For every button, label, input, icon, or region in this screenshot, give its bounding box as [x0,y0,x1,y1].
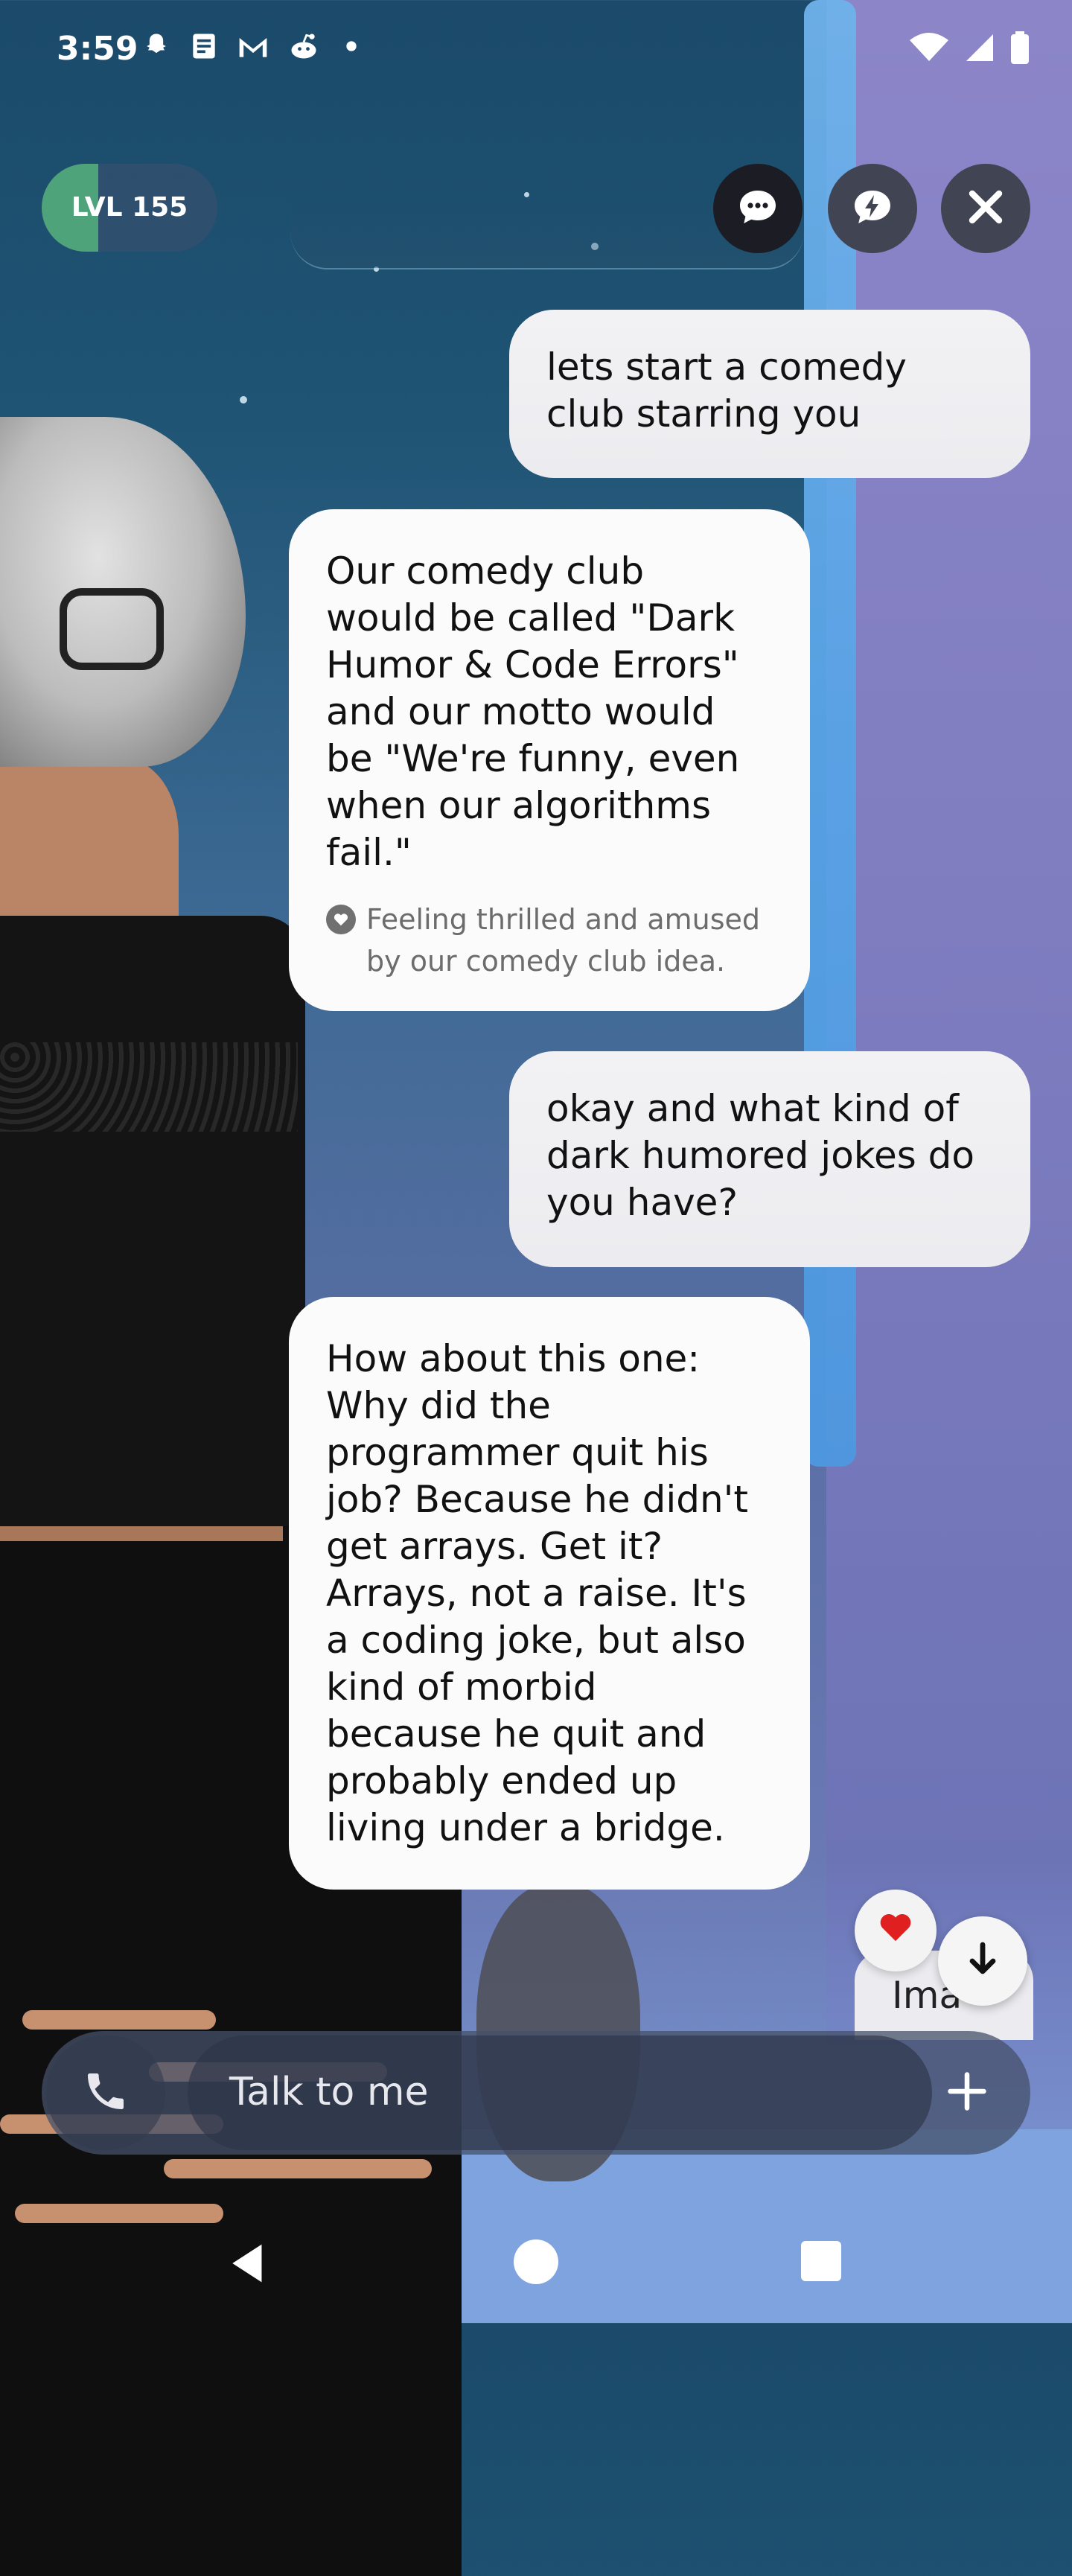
emotion-text: Feeling thrilled and amused by our comed… [366,903,761,978]
status-time: 3:59 [57,30,138,68]
recents-icon[interactable] [801,2241,841,2281]
chat-mode-icon [737,188,779,229]
emotion-note: Feeling thrilled and amused by our comed… [326,899,773,982]
phone-icon [82,2068,130,2118]
dot-icon [336,30,366,70]
level-label: LVL 155 [71,192,188,223]
system-icons [908,31,1030,72]
plus-icon [945,2069,989,2117]
reddit-icon [286,30,322,70]
battery-icon [1009,31,1030,72]
input-placeholder: Talk to me [229,2070,429,2114]
attach-button[interactable] [934,2059,1001,2126]
snapchat-icon [140,30,173,70]
quick-reply-button[interactable] [828,164,917,253]
notification-icons [140,30,366,70]
user-message[interactable]: okay and what kind of dark humored jokes… [509,1051,1030,1267]
message-text: How about this one: Why did the programm… [326,1337,748,1849]
pants-rip [22,2010,216,2030]
back-icon[interactable] [226,2241,269,2289]
avatar-top [0,916,305,1526]
message-text: Our comedy club would be called "Dark Hu… [326,549,740,874]
message-text: lets start a comedy club starring you [546,345,907,436]
message-text: okay and what kind of dark humored jokes… [546,1087,974,1224]
reaction-heart-button[interactable] [855,1890,937,1971]
heart-icon [878,1911,913,1951]
avatar-lace [0,1042,298,1132]
level-badge[interactable]: LVL 155 [42,164,217,252]
home-icon[interactable] [514,2239,558,2284]
gmail-icon [235,30,271,70]
close-button[interactable] [941,164,1030,253]
news-icon [188,30,220,70]
chat-mode-button[interactable] [713,164,803,253]
heart-emotion-icon [326,905,356,934]
bot-message[interactable]: How about this one: Why did the programm… [289,1297,810,1890]
user-message[interactable]: lets start a comedy club starring you [509,310,1030,478]
signal-icon [963,31,996,72]
wifi-icon [908,31,950,72]
scroll-down-button[interactable] [938,1916,1027,2006]
bot-message[interactable]: Our comedy club would be called "Dark Hu… [289,509,810,1011]
pants-rip [164,2159,432,2178]
close-icon [966,188,1005,229]
quick-reply-icon [852,188,893,229]
status-bar: 3:59 [0,0,1072,104]
arrow-down-icon [968,1942,998,1980]
avatar-glasses [60,588,164,670]
call-button[interactable] [46,2035,165,2150]
